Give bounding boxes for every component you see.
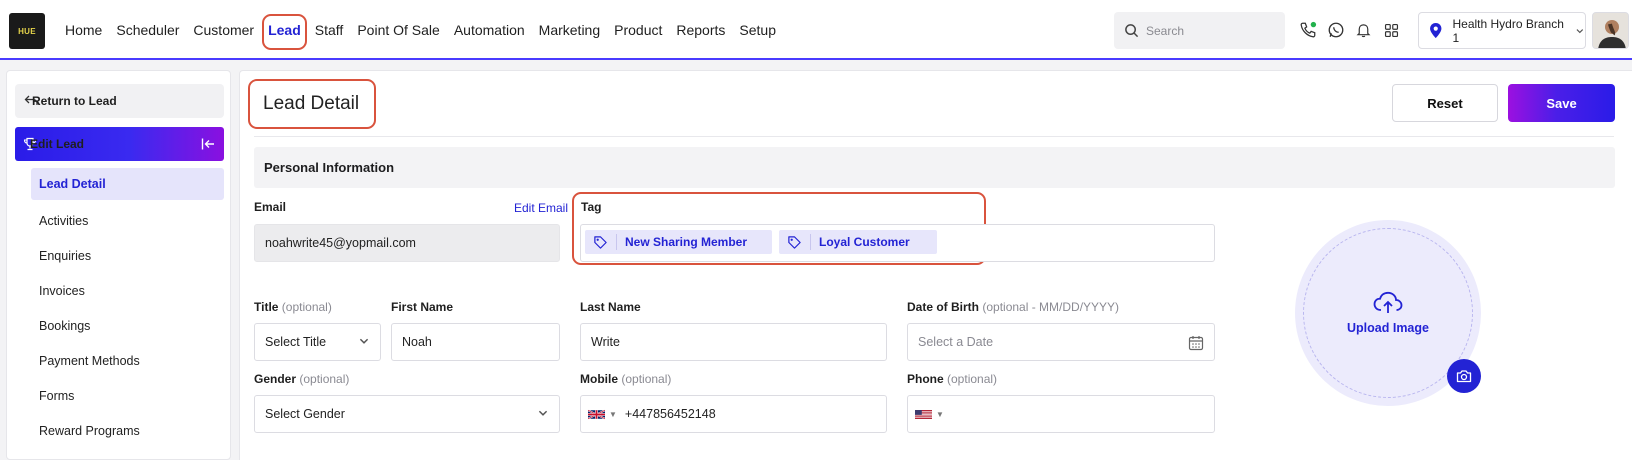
sidebar-item-activities[interactable]: Activities xyxy=(31,203,224,238)
page-title: Lead Detail xyxy=(248,79,376,129)
sidebar-item-bookings[interactable]: Bookings xyxy=(31,308,224,343)
first-name-value: Noah xyxy=(402,335,432,349)
email-value: noahwrite45@yopmail.com xyxy=(265,236,416,250)
first-name-input[interactable]: Noah xyxy=(391,323,560,361)
edit-lead-header: Edit Lead xyxy=(15,127,224,161)
title-label: Title (optional) xyxy=(254,300,332,314)
bell-icon[interactable] xyxy=(1353,20,1373,40)
phone-call-icon[interactable] xyxy=(1298,20,1318,40)
tag-icon xyxy=(788,235,801,249)
sidebar-item-enquiries[interactable]: Enquiries xyxy=(31,238,224,273)
sidebar-item-payment-methods[interactable]: Payment Methods xyxy=(31,343,224,378)
last-name-input[interactable]: Write xyxy=(580,323,887,361)
sidebar-item-forms[interactable]: Forms xyxy=(31,378,224,413)
upload-image-label: Upload Image xyxy=(1347,321,1429,335)
reset-button[interactable]: Reset xyxy=(1392,84,1498,122)
chevron-down-icon xyxy=(359,338,369,344)
tag-chip[interactable]: New Sharing Member xyxy=(585,230,772,254)
return-label: Return to Lead xyxy=(32,94,117,108)
apps-grid-icon[interactable] xyxy=(1381,20,1401,40)
tag-input[interactable]: New Sharing Member Loyal Customer xyxy=(580,224,1215,262)
mobile-input[interactable]: ▼ +447856452148 xyxy=(580,395,887,433)
tag-label: Tag xyxy=(581,200,602,214)
gender-select-value: Select Gender xyxy=(265,407,345,421)
logo-text: HUE xyxy=(18,26,36,36)
phone-label: Phone (optional) xyxy=(907,372,998,386)
tag-icon xyxy=(594,235,607,249)
nav-marketing[interactable]: Marketing xyxy=(532,0,607,60)
camera-icon xyxy=(1456,370,1472,383)
nav-setup[interactable]: Setup xyxy=(732,0,783,60)
camera-button[interactable] xyxy=(1447,359,1481,393)
sidebar-item-lead-detail[interactable]: Lead Detail xyxy=(31,168,224,200)
edit-lead-label: Edit Lead xyxy=(30,137,85,151)
tag-chip[interactable]: Loyal Customer xyxy=(779,230,937,254)
title-select[interactable]: Select Title xyxy=(254,323,381,361)
lead-detail-panel: Lead Detail Reset Save Personal Informat… xyxy=(239,70,1632,460)
gender-select[interactable]: Select Gender xyxy=(254,395,560,433)
nav-reports[interactable]: Reports xyxy=(669,0,732,60)
section-header-personal-information: Personal Information xyxy=(254,147,1615,188)
tag-chip-label: New Sharing Member xyxy=(625,235,748,249)
mobile-value: +447856452148 xyxy=(624,407,716,421)
main-nav: Home Scheduler Customer Lead Staff Point… xyxy=(58,0,783,60)
first-name-label: First Name xyxy=(391,300,454,314)
sidebar-item-invoices[interactable]: Invoices xyxy=(31,273,224,308)
nav-lead[interactable]: Lead xyxy=(261,0,308,60)
branch-selector[interactable]: Health Hydro Branch 1 xyxy=(1418,12,1586,49)
date-of-birth-label: Date of Birth (optional - MM/DD/YYYY) xyxy=(907,300,1120,314)
branch-name: Health Hydro Branch 1 xyxy=(1452,16,1564,45)
nav-automation[interactable]: Automation xyxy=(447,0,532,60)
last-name-value: Write xyxy=(591,335,620,349)
nav-home[interactable]: Home xyxy=(58,0,109,60)
email-label: Email xyxy=(254,200,287,214)
sidebar-item-next-of-kin[interactable]: Next of Kin xyxy=(31,448,224,460)
mobile-label: Mobile (optional) xyxy=(580,372,672,386)
top-navigation-bar: HUE Home Scheduler Customer Lead Staff P… xyxy=(0,0,1632,60)
nav-product[interactable]: Product xyxy=(607,0,669,60)
edit-email-link[interactable]: Edit Email xyxy=(514,201,568,215)
email-field: noahwrite45@yopmail.com xyxy=(254,224,560,262)
collapse-sidebar-icon[interactable] xyxy=(201,137,215,151)
user-avatar[interactable] xyxy=(1592,12,1629,49)
chevron-down-icon xyxy=(1576,28,1584,33)
divider xyxy=(254,136,1614,137)
tag-chip-label: Loyal Customer xyxy=(819,235,910,249)
phone-input[interactable]: ▼ xyxy=(907,395,1215,433)
sidebar-item-reward-programs[interactable]: Reward Programs xyxy=(31,413,224,448)
nav-staff[interactable]: Staff xyxy=(308,0,351,60)
nav-scheduler[interactable]: Scheduler xyxy=(109,0,186,60)
date-placeholder: Select a Date xyxy=(918,335,994,349)
lead-sidebar: Return to Lead Edit Lead Lead Detail Act… xyxy=(6,70,231,460)
cloud-upload-icon xyxy=(1373,291,1403,313)
save-button[interactable]: Save xyxy=(1508,84,1615,122)
last-name-label: Last Name xyxy=(580,300,641,314)
gender-label: Gender (optional) xyxy=(254,372,350,386)
country-caret-icon[interactable]: ▼ xyxy=(609,410,617,419)
nav-point-of-sale[interactable]: Point Of Sale xyxy=(350,0,447,60)
date-of-birth-input[interactable]: Select a Date xyxy=(907,323,1215,361)
chevron-down-icon xyxy=(538,410,548,416)
title-select-value: Select Title xyxy=(265,335,327,349)
search-input[interactable]: Search xyxy=(1114,12,1285,49)
sidebar-menu: Lead Detail Activities Enquiries Invoice… xyxy=(31,168,224,460)
nav-customer[interactable]: Customer xyxy=(186,0,261,60)
us-flag-icon[interactable] xyxy=(915,409,932,420)
return-to-lead-button[interactable]: Return to Lead xyxy=(15,84,224,118)
calendar-icon[interactable] xyxy=(1188,335,1204,351)
location-pin-icon xyxy=(1430,22,1442,39)
brand-logo[interactable]: HUE xyxy=(9,13,45,49)
country-caret-icon[interactable]: ▼ xyxy=(936,410,944,419)
uk-flag-icon[interactable] xyxy=(588,408,605,420)
search-icon xyxy=(1125,24,1139,38)
search-placeholder: Search xyxy=(1146,23,1185,38)
whatsapp-icon[interactable] xyxy=(1326,20,1346,40)
